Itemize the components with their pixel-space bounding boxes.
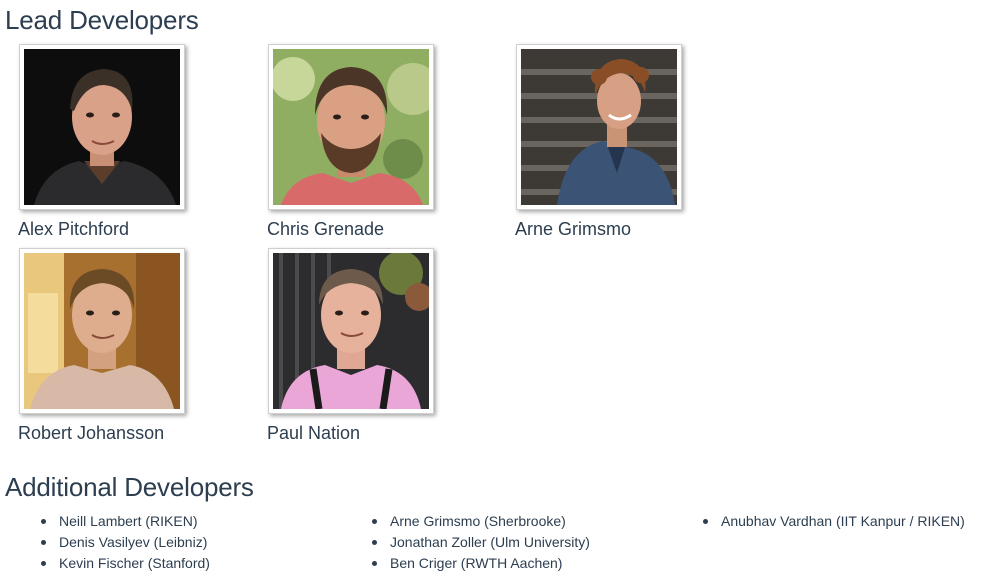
developer-card-paul-nation: Paul Nation: [267, 248, 437, 443]
developer-name: Arne Grimsmo: [515, 219, 632, 239]
lead-developers-heading: Lead Developers: [5, 5, 199, 35]
list-item: Neill Lambert (RIKEN): [41, 511, 210, 532]
developer-name: Robert Johansson: [18, 423, 165, 443]
developer-photo: [24, 49, 180, 205]
developer-name: Chris Grenade: [267, 219, 385, 239]
photo-frame: [19, 44, 185, 210]
list-item: Jonathan Zoller (Ulm University): [372, 532, 590, 553]
list-item: Anubhav Vardhan (IIT Kanpur / RIKEN): [703, 511, 965, 532]
list-item: Ben Criger (RWTH Aachen): [372, 553, 590, 574]
list-item: Kevin Fischer (Stanford): [41, 553, 210, 574]
developer-card-robert-johansson: Robert Johansson: [18, 248, 188, 443]
developer-card-alex-pitchford: Alex Pitchford: [18, 44, 188, 239]
additional-developers-column-1: Neill Lambert (RIKEN) Denis Vasilyev (Le…: [41, 511, 210, 574]
additional-developers-heading: Additional Developers: [5, 472, 254, 502]
additional-developers-column-2: Arne Grimsmo (Sherbrooke) Jonathan Zolle…: [372, 511, 590, 574]
developer-photo: [273, 49, 429, 205]
photo-frame: [516, 44, 682, 210]
list-item: Arne Grimsmo (Sherbrooke): [372, 511, 590, 532]
developer-name: Paul Nation: [267, 423, 361, 443]
developer-name: Alex Pitchford: [18, 219, 130, 239]
developer-card-arne-grimsmo: Arne Grimsmo: [515, 44, 685, 239]
developer-photo: [521, 49, 677, 205]
photo-frame: [268, 44, 434, 210]
additional-developers-column-3: Anubhav Vardhan (IIT Kanpur / RIKEN): [703, 511, 965, 532]
photo-frame: [19, 248, 185, 414]
developer-card-chris-grenade: Chris Grenade: [267, 44, 437, 239]
list-item: Denis Vasilyev (Leibniz): [41, 532, 210, 553]
photo-frame: [268, 248, 434, 414]
developer-photo: [24, 253, 180, 409]
developer-photo: [273, 253, 429, 409]
